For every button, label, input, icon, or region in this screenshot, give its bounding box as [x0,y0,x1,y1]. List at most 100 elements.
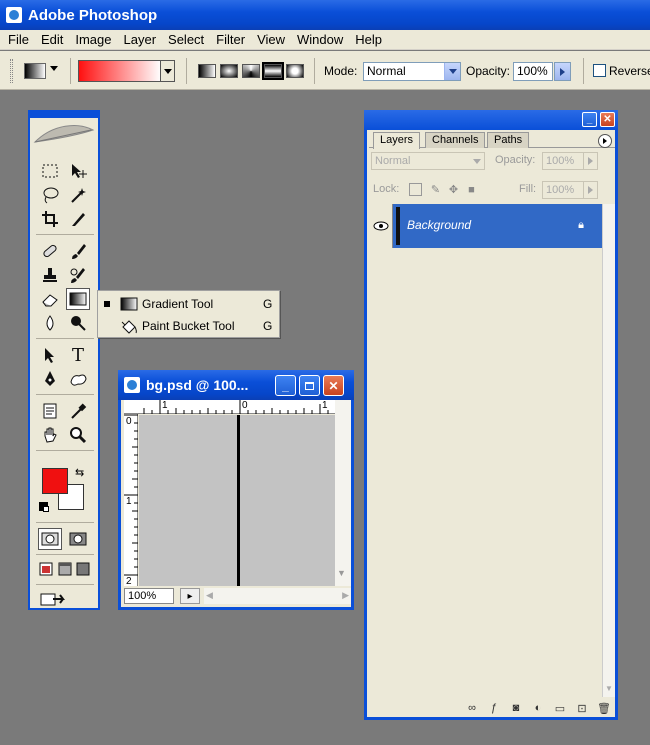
toolbox-separator [36,394,94,395]
options-grip[interactable] [10,59,13,83]
scroll-right-icon[interactable]: ▶ [342,590,349,601]
tab-paths[interactable]: Paths [487,132,530,148]
adjustment-layer-icon[interactable]: ◐ [527,701,549,715]
custom-shape-tool-icon[interactable] [66,368,90,390]
full-screen-mode-icon[interactable] [74,558,92,580]
dodge-tool-icon[interactable] [66,312,90,334]
menu-edit[interactable]: Edit [35,32,69,47]
swap-colors-icon[interactable]: ⇆ [75,466,84,479]
opacity-input[interactable]: 100% [513,62,553,81]
scroll-down-icon[interactable]: ▼ [337,568,346,578]
jump-to-imageready-icon[interactable] [38,588,68,610]
blend-mode-select[interactable]: Normal [371,152,485,170]
menu-layer[interactable]: Layer [118,32,163,47]
lock-position-icon[interactable]: ✥ [447,183,460,196]
brush-tool-icon[interactable] [66,240,90,262]
scroll-down-icon[interactable]: ▼ [605,684,613,693]
trash-icon[interactable]: 🗑︎ [593,701,615,715]
opacity-slider-button[interactable] [554,62,571,81]
standard-screen-mode-icon[interactable] [36,558,56,580]
quick-mask-mode-icon[interactable] [66,528,90,550]
document-canvas[interactable] [139,415,335,586]
menu-filter[interactable]: Filter [210,32,251,47]
type-tool-icon[interactable]: T [66,344,90,366]
path-selection-tool-icon[interactable] [38,344,62,366]
reflected-gradient-button[interactable] [262,62,284,80]
clone-stamp-tool-icon[interactable] [38,264,62,286]
tool-preset-picker[interactable] [24,63,46,79]
layer-opacity-input[interactable]: 100% [542,152,598,170]
lock-all-icon[interactable]: ■ [465,183,478,196]
gradient-tool-icon[interactable] [66,288,90,310]
horizontal-scrollbar[interactable]: ◀ ▶ [204,588,351,604]
new-layer-icon[interactable]: ⊡ [571,701,593,715]
vertical-scrollbar[interactable]: ▼ [335,400,351,586]
standard-mode-icon[interactable] [38,528,62,550]
radial-gradient-button[interactable] [220,64,238,78]
slice-tool-icon[interactable] [66,208,90,230]
default-colors-icon[interactable] [39,502,49,512]
healing-brush-tool-icon[interactable] [38,240,62,262]
tool-preset-dropdown-icon[interactable] [50,66,58,71]
toolbox-separator [36,338,94,339]
blur-tool-icon[interactable] [38,312,62,334]
menu-file[interactable]: File [2,32,35,47]
layer-row[interactable]: Background 🔒︎ [369,204,602,248]
link-layers-icon[interactable]: ∞ [461,701,483,715]
notes-tool-icon[interactable] [38,400,62,422]
menu-help[interactable]: Help [349,32,388,47]
crop-tool-icon[interactable] [38,208,62,230]
tab-channels[interactable]: Channels [425,132,486,148]
reverse-checkbox[interactable] [593,64,606,77]
flyout-item-paint-bucket-tool[interactable]: Paint Bucket Tool G [98,315,281,337]
menu-image[interactable]: Image [69,32,117,47]
mode-select[interactable]: Normal [363,62,461,81]
toolbox-separator [36,584,94,585]
diamond-gradient-button[interactable] [286,64,304,78]
status-menu-button[interactable]: ▸ [180,588,200,604]
gradient-picker[interactable] [78,60,162,82]
paint-bucket-icon [120,319,138,334]
lock-image-icon[interactable]: ✎ [429,183,442,196]
history-brush-tool-icon[interactable] [66,264,90,286]
eraser-tool-icon[interactable] [38,288,62,310]
close-button[interactable]: ✕ [323,375,344,396]
layer-lock-icon: 🔒︎ [578,219,584,231]
gradient-tool-flyout: Gradient Tool G Paint Bucket Tool G [97,290,280,338]
scroll-left-icon[interactable]: ◀ [206,590,213,601]
palette-title-bar[interactable]: _ ✕ [364,110,618,130]
document-title-bar[interactable]: bg.psd @ 100... _ ✕ [118,370,354,400]
move-tool-icon[interactable] [66,160,90,182]
layer-style-icon[interactable]: ƒ [483,701,505,715]
eye-visibility-icon[interactable] [369,204,393,248]
flyout-item-gradient-tool[interactable]: Gradient Tool G [98,293,281,315]
foreground-color-swatch[interactable] [42,468,68,494]
maximize-button[interactable] [299,375,320,396]
full-screen-menu-mode-icon[interactable] [56,558,74,580]
flyout-item-shortcut: G [263,297,273,311]
palette-close-button[interactable]: ✕ [600,112,615,127]
add-mask-icon[interactable]: ◙ [505,701,527,715]
magic-wand-tool-icon[interactable] [66,184,90,206]
hand-tool-icon[interactable] [38,424,62,446]
zoom-input[interactable]: 100% [124,588,174,604]
lasso-tool-icon[interactable] [38,184,62,206]
menu-view[interactable]: View [251,32,291,47]
linear-gradient-button[interactable] [198,64,216,78]
eyedropper-tool-icon[interactable] [66,400,90,422]
palette-minimize-button[interactable]: _ [582,112,597,127]
zoom-tool-icon[interactable] [66,424,90,446]
fill-input[interactable]: 100% [542,181,598,199]
tab-layers[interactable]: Layers [373,132,421,149]
pen-tool-icon[interactable] [38,368,62,390]
palette-menu-button[interactable] [598,134,612,148]
marquee-tool-icon[interactable] [38,160,62,182]
gradient-picker-dropdown[interactable] [160,60,175,82]
new-group-icon[interactable]: ▭ [549,701,571,715]
menu-window[interactable]: Window [291,32,349,47]
lock-transparency-icon[interactable] [409,183,422,196]
angle-gradient-button[interactable] [242,64,260,78]
layers-scrollbar[interactable]: ▼ [602,204,615,697]
menu-select[interactable]: Select [162,32,210,47]
minimize-button[interactable]: _ [275,375,296,396]
